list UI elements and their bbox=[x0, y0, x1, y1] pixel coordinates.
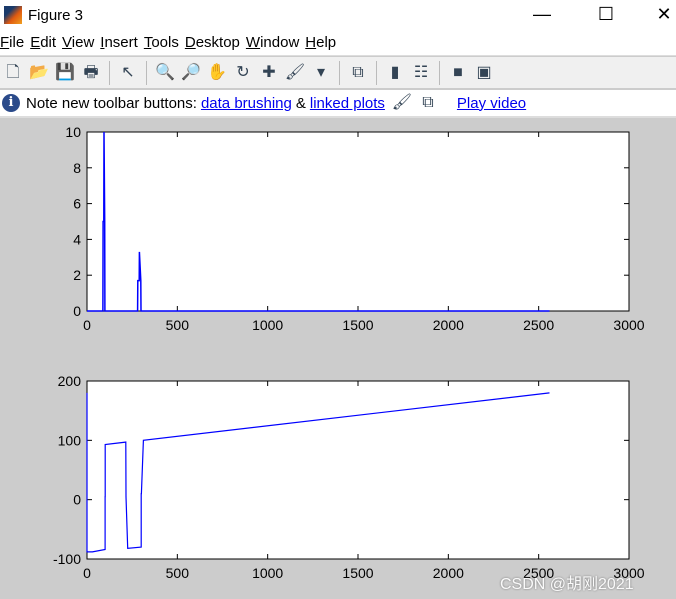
open-folder-icon[interactable]: 📂 bbox=[28, 62, 50, 84]
toolbar-separator bbox=[439, 60, 440, 85]
note-bar: i Note new toolbar buttons: data brushin… bbox=[0, 90, 676, 118]
window-title: Figure 3 bbox=[28, 6, 84, 24]
note-text: Note new toolbar buttons: bbox=[26, 94, 197, 112]
brush-icon[interactable]: 🖌 bbox=[284, 62, 306, 84]
y-tick-label: 8 bbox=[73, 160, 81, 176]
rotate-3d-icon[interactable]: ↻ bbox=[232, 62, 254, 84]
zoom-in-icon[interactable]: 🔍 bbox=[154, 62, 176, 84]
edit-pointer-icon[interactable]: ↖ bbox=[117, 62, 139, 84]
maximize-button[interactable]: ☐ bbox=[586, 2, 626, 26]
toolbar-separator bbox=[146, 60, 147, 85]
x-tick-label: 2000 bbox=[433, 565, 464, 581]
linked-plots-link[interactable]: linked plots bbox=[310, 95, 385, 112]
y-tick-label: 0 bbox=[73, 303, 81, 319]
zoom-out-icon[interactable]: 🔎 bbox=[180, 62, 202, 84]
x-tick-label: 2000 bbox=[433, 317, 464, 333]
menu-edit[interactable]: Edit bbox=[30, 34, 56, 51]
x-tick-label: 0 bbox=[83, 317, 91, 333]
dropdown-arrow-icon[interactable]: ▾ bbox=[310, 62, 332, 84]
watermark: CSDN @胡刚2021 bbox=[500, 576, 634, 593]
close-button[interactable]: ✕ bbox=[644, 2, 676, 26]
y-tick-label: -100 bbox=[53, 551, 81, 567]
ampersand: & bbox=[295, 94, 306, 112]
title-bar: Figure 3 — ☐ ✕ bbox=[0, 0, 676, 30]
axes-2 bbox=[86, 380, 630, 560]
toolbar: 🗋 📂 💾 🖶 ↖ 🔍 🔎 ✋ ↻ ✚ 🖌 ▾ ⧉ ▮ ☷ ■ ▣ bbox=[0, 57, 676, 89]
show-plot-tools-icon[interactable]: ▣ bbox=[473, 62, 495, 84]
new-file-icon[interactable]: 🗋 bbox=[2, 62, 24, 84]
x-tick-label: 0 bbox=[83, 565, 91, 581]
y-tick-label: 6 bbox=[73, 196, 81, 212]
colorbar-icon[interactable]: ▮ bbox=[384, 62, 406, 84]
y-tick-label: 10 bbox=[65, 124, 81, 140]
print-icon[interactable]: 🖶 bbox=[80, 62, 102, 84]
toolbar-separator bbox=[109, 60, 110, 85]
link-plots-icon[interactable]: ⧉ bbox=[347, 62, 369, 84]
data-cursor-icon[interactable]: ✚ bbox=[258, 62, 280, 84]
legend-icon[interactable]: ☷ bbox=[410, 62, 432, 84]
x-tick-label: 1500 bbox=[342, 317, 373, 333]
info-icon: i bbox=[2, 94, 20, 112]
minimize-button[interactable]: — bbox=[522, 2, 562, 26]
y-tick-label: 0 bbox=[73, 492, 81, 508]
hide-plot-tools-icon[interactable]: ■ bbox=[447, 62, 469, 84]
y-tick-label: 200 bbox=[58, 373, 82, 389]
data-brushing-link[interactable]: data brushing bbox=[201, 95, 292, 112]
menu-insert[interactable]: Insert bbox=[100, 34, 138, 51]
x-tick-label: 3000 bbox=[613, 317, 644, 333]
matlab-logo-icon bbox=[4, 6, 22, 24]
menu-file[interactable]: File bbox=[0, 34, 24, 51]
pan-hand-icon[interactable]: ✋ bbox=[206, 62, 228, 84]
axes-1 bbox=[86, 131, 630, 312]
play-video-link[interactable]: Play video bbox=[457, 95, 526, 112]
save-icon[interactable]: 💾 bbox=[54, 62, 76, 84]
x-tick-label: 1000 bbox=[252, 565, 283, 581]
toolbar-separator bbox=[376, 60, 377, 85]
menu-tools[interactable]: Tools bbox=[144, 34, 179, 51]
menu-desktop[interactable]: Desktop bbox=[185, 34, 240, 51]
y-tick-label: 4 bbox=[73, 231, 81, 247]
menu-help[interactable]: Help bbox=[305, 34, 336, 51]
x-tick-label: 500 bbox=[166, 565, 190, 581]
y-tick-label: 100 bbox=[58, 432, 82, 448]
y-tick-label: 2 bbox=[73, 267, 81, 283]
menu-window[interactable]: Window bbox=[246, 34, 299, 51]
x-tick-label: 1500 bbox=[342, 565, 373, 581]
figure-canvas: 0 500 1000 1500 2000 2500 300002468100 500 1000 1… bbox=[53, 124, 645, 581]
link-plots-icon: ⧉ bbox=[422, 94, 434, 111]
x-tick-label: 1000 bbox=[252, 317, 283, 333]
brush-icon: 🖌 bbox=[391, 94, 413, 111]
menu-bar: File Edit View Insert Tools Desktop Window Help bbox=[0, 30, 676, 56]
menu-view[interactable]: View bbox=[62, 34, 94, 51]
toolbar-separator bbox=[339, 60, 340, 85]
x-tick-label: 2500 bbox=[523, 317, 554, 333]
x-tick-label: 500 bbox=[166, 317, 190, 333]
